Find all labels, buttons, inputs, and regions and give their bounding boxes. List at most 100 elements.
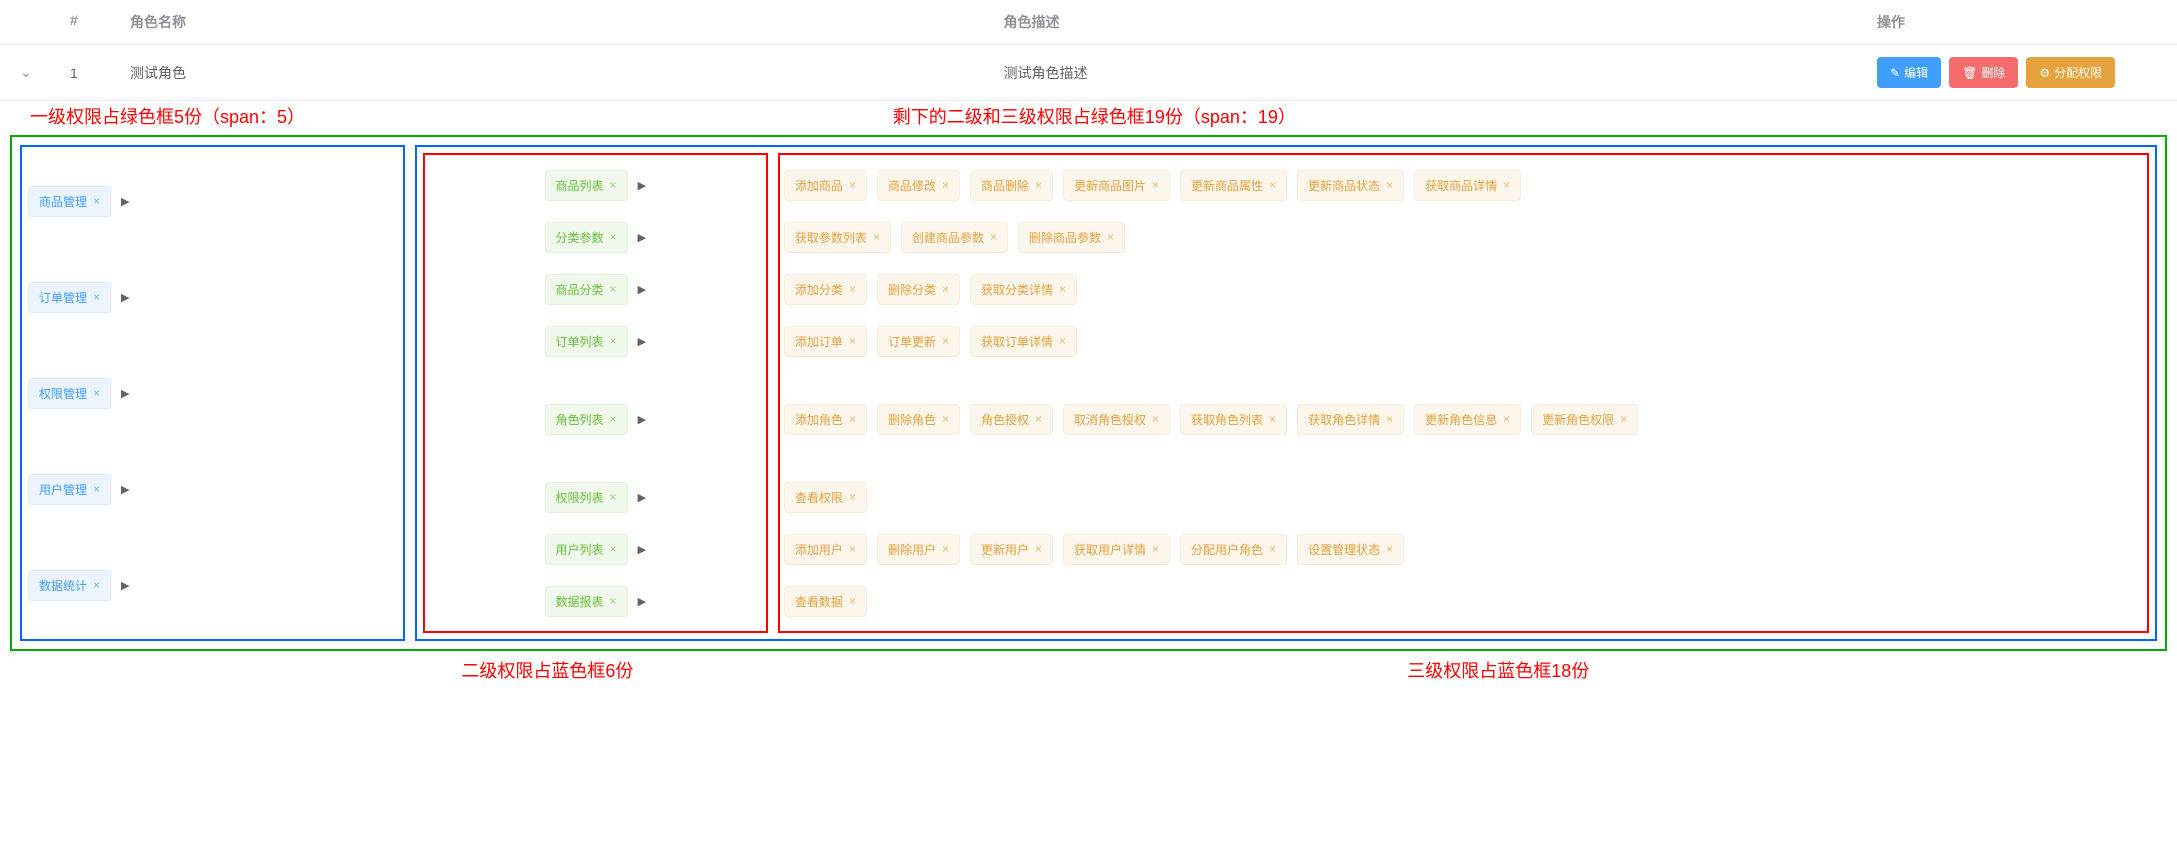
close-icon[interactable]: × (942, 282, 949, 296)
close-icon[interactable]: × (93, 290, 100, 304)
level3-tag[interactable]: 获取参数列表× (784, 222, 891, 253)
close-icon[interactable]: × (1035, 412, 1042, 426)
level3-tag[interactable]: 获取角色列表 × (1180, 404, 1287, 435)
level3-label: 获取分类详情 (981, 281, 1053, 298)
level3-tag[interactable]: 创建商品参数× (901, 222, 1008, 253)
close-icon[interactable]: × (1152, 178, 1159, 192)
level3-tag[interactable]: 添加订单× (784, 326, 867, 357)
close-icon[interactable]: × (93, 482, 100, 496)
close-icon[interactable]: × (942, 178, 949, 192)
close-icon[interactable]: × (849, 178, 856, 192)
close-icon[interactable]: × (1386, 178, 1393, 192)
close-icon[interactable]: × (1503, 178, 1510, 192)
close-icon[interactable]: × (849, 412, 856, 426)
close-icon[interactable]: × (1152, 542, 1159, 556)
close-icon[interactable]: × (610, 490, 617, 504)
close-icon[interactable]: × (1503, 412, 1510, 426)
level2-item: 分类参数×▶ (429, 211, 762, 263)
level3-tag[interactable]: 添加商品× (784, 170, 867, 201)
level3-tag[interactable]: 订单更新× (877, 326, 960, 357)
close-icon[interactable]: × (610, 230, 617, 244)
level3-tag[interactable]: 获取角色详情× (1297, 404, 1404, 435)
close-icon[interactable]: × (93, 194, 100, 208)
close-icon[interactable]: × (1107, 230, 1114, 244)
close-icon[interactable]: × (610, 282, 617, 296)
close-icon[interactable]: × (1035, 542, 1042, 556)
level2-tag[interactable]: 商品列表× (545, 170, 628, 201)
close-icon[interactable]: × (1035, 178, 1042, 192)
level3-tag[interactable]: 设置管理状态× (1297, 534, 1404, 565)
close-icon[interactable]: × (849, 490, 856, 504)
close-icon[interactable]: × (942, 334, 949, 348)
close-icon[interactable]: × (849, 542, 856, 556)
close-icon[interactable]: × (942, 542, 949, 556)
level3-label: 获取角色列表 (1191, 411, 1263, 428)
close-icon[interactable]: × (1059, 282, 1066, 296)
delete-button[interactable]: 🗑 删除 (1949, 57, 2018, 88)
level2-tag[interactable]: 分类参数× (545, 222, 628, 253)
level3-tag[interactable]: 更新商品图片× (1063, 170, 1170, 201)
level3-tag[interactable]: 添加角色× (784, 404, 867, 435)
close-icon[interactable]: × (610, 178, 617, 192)
level3-tag[interactable]: 获取用户详情× (1063, 534, 1170, 565)
close-icon[interactable]: × (610, 594, 617, 608)
level1-tag[interactable]: 订单管理× (28, 282, 111, 313)
close-icon[interactable]: × (990, 230, 997, 244)
level2-tag[interactable]: 数据报表× (545, 586, 628, 617)
close-icon[interactable]: × (849, 594, 856, 608)
level3-tag[interactable]: 商品修改× (877, 170, 960, 201)
level3-tag[interactable]: 更新商品状态× (1297, 170, 1404, 201)
level2-tag[interactable]: 商品分类× (545, 274, 628, 305)
level3-tag[interactable]: 更新商品属性× (1180, 170, 1287, 201)
close-icon[interactable]: × (1269, 178, 1276, 192)
level1-tag[interactable]: 商品管理× (28, 186, 111, 217)
level2-tag[interactable]: 用户列表× (545, 534, 628, 565)
level3-tag[interactable]: 更新角色信息× (1414, 404, 1521, 435)
level3-tag[interactable]: 更新用户× (970, 534, 1053, 565)
level3-tag[interactable]: 更新角色权限× (1531, 404, 1638, 435)
level3-tag[interactable]: 角色授权× (970, 404, 1053, 435)
level1-tag[interactable]: 数据统计× (28, 570, 111, 601)
level3-tag[interactable]: 商品删除× (970, 170, 1053, 201)
level3-tag[interactable]: 添加用户× (784, 534, 867, 565)
level2-tag[interactable]: 角色列表× (545, 404, 628, 435)
level3-tag[interactable]: 添加分类× (784, 274, 867, 305)
level1-tag[interactable]: 权限管理× (28, 378, 111, 409)
level3-tag[interactable]: 获取订单详情× (970, 326, 1077, 357)
close-icon[interactable]: × (873, 230, 880, 244)
edit-button[interactable]: ✎ 编辑 (1877, 57, 1941, 88)
level1-tag[interactable]: 用户管理× (28, 474, 111, 505)
level3-tag[interactable]: 删除用户× (877, 534, 960, 565)
expand-toggle-icon[interactable]: ⌄ (20, 64, 70, 81)
close-icon[interactable]: × (1386, 542, 1393, 556)
close-icon[interactable]: × (610, 412, 617, 426)
level3-tag[interactable]: 删除角色× (877, 404, 960, 435)
close-icon[interactable]: × (93, 386, 100, 400)
close-icon[interactable]: × (849, 282, 856, 296)
col-desc-header: 角色描述 (1004, 12, 1878, 32)
row-index: 1 (70, 65, 120, 81)
close-icon[interactable]: × (1269, 412, 1276, 426)
level3-tag[interactable]: 取消角色授权× (1063, 404, 1170, 435)
close-icon[interactable]: × (942, 412, 949, 426)
close-icon[interactable]: × (1152, 412, 1159, 426)
close-icon[interactable]: × (1059, 334, 1066, 348)
level3-tag[interactable]: 删除商品参数× (1018, 222, 1125, 253)
level3-tag[interactable]: 获取商品详情× (1414, 170, 1521, 201)
level2-tag[interactable]: 权限列表× (545, 482, 628, 513)
close-icon[interactable]: × (1386, 412, 1393, 426)
close-icon[interactable]: × (610, 542, 617, 556)
row-role-name: 测试角色 (120, 63, 1004, 83)
close-icon[interactable]: × (1269, 542, 1276, 556)
level3-tag[interactable]: 查看权限× (784, 482, 867, 513)
level2-tag[interactable]: 订单列表× (545, 326, 628, 357)
level3-tag[interactable]: 获取分类详情 × (970, 274, 1077, 305)
assign-permission-button[interactable]: ⚙ 分配权限 (2026, 57, 2115, 88)
close-icon[interactable]: × (610, 334, 617, 348)
level3-tag[interactable]: 查看数据× (784, 586, 867, 617)
close-icon[interactable]: × (93, 578, 100, 592)
level3-tag[interactable]: 分配用户角色× (1180, 534, 1287, 565)
close-icon[interactable]: × (1620, 412, 1627, 426)
level3-tag[interactable]: 删除分类× (877, 274, 960, 305)
close-icon[interactable]: × (849, 334, 856, 348)
